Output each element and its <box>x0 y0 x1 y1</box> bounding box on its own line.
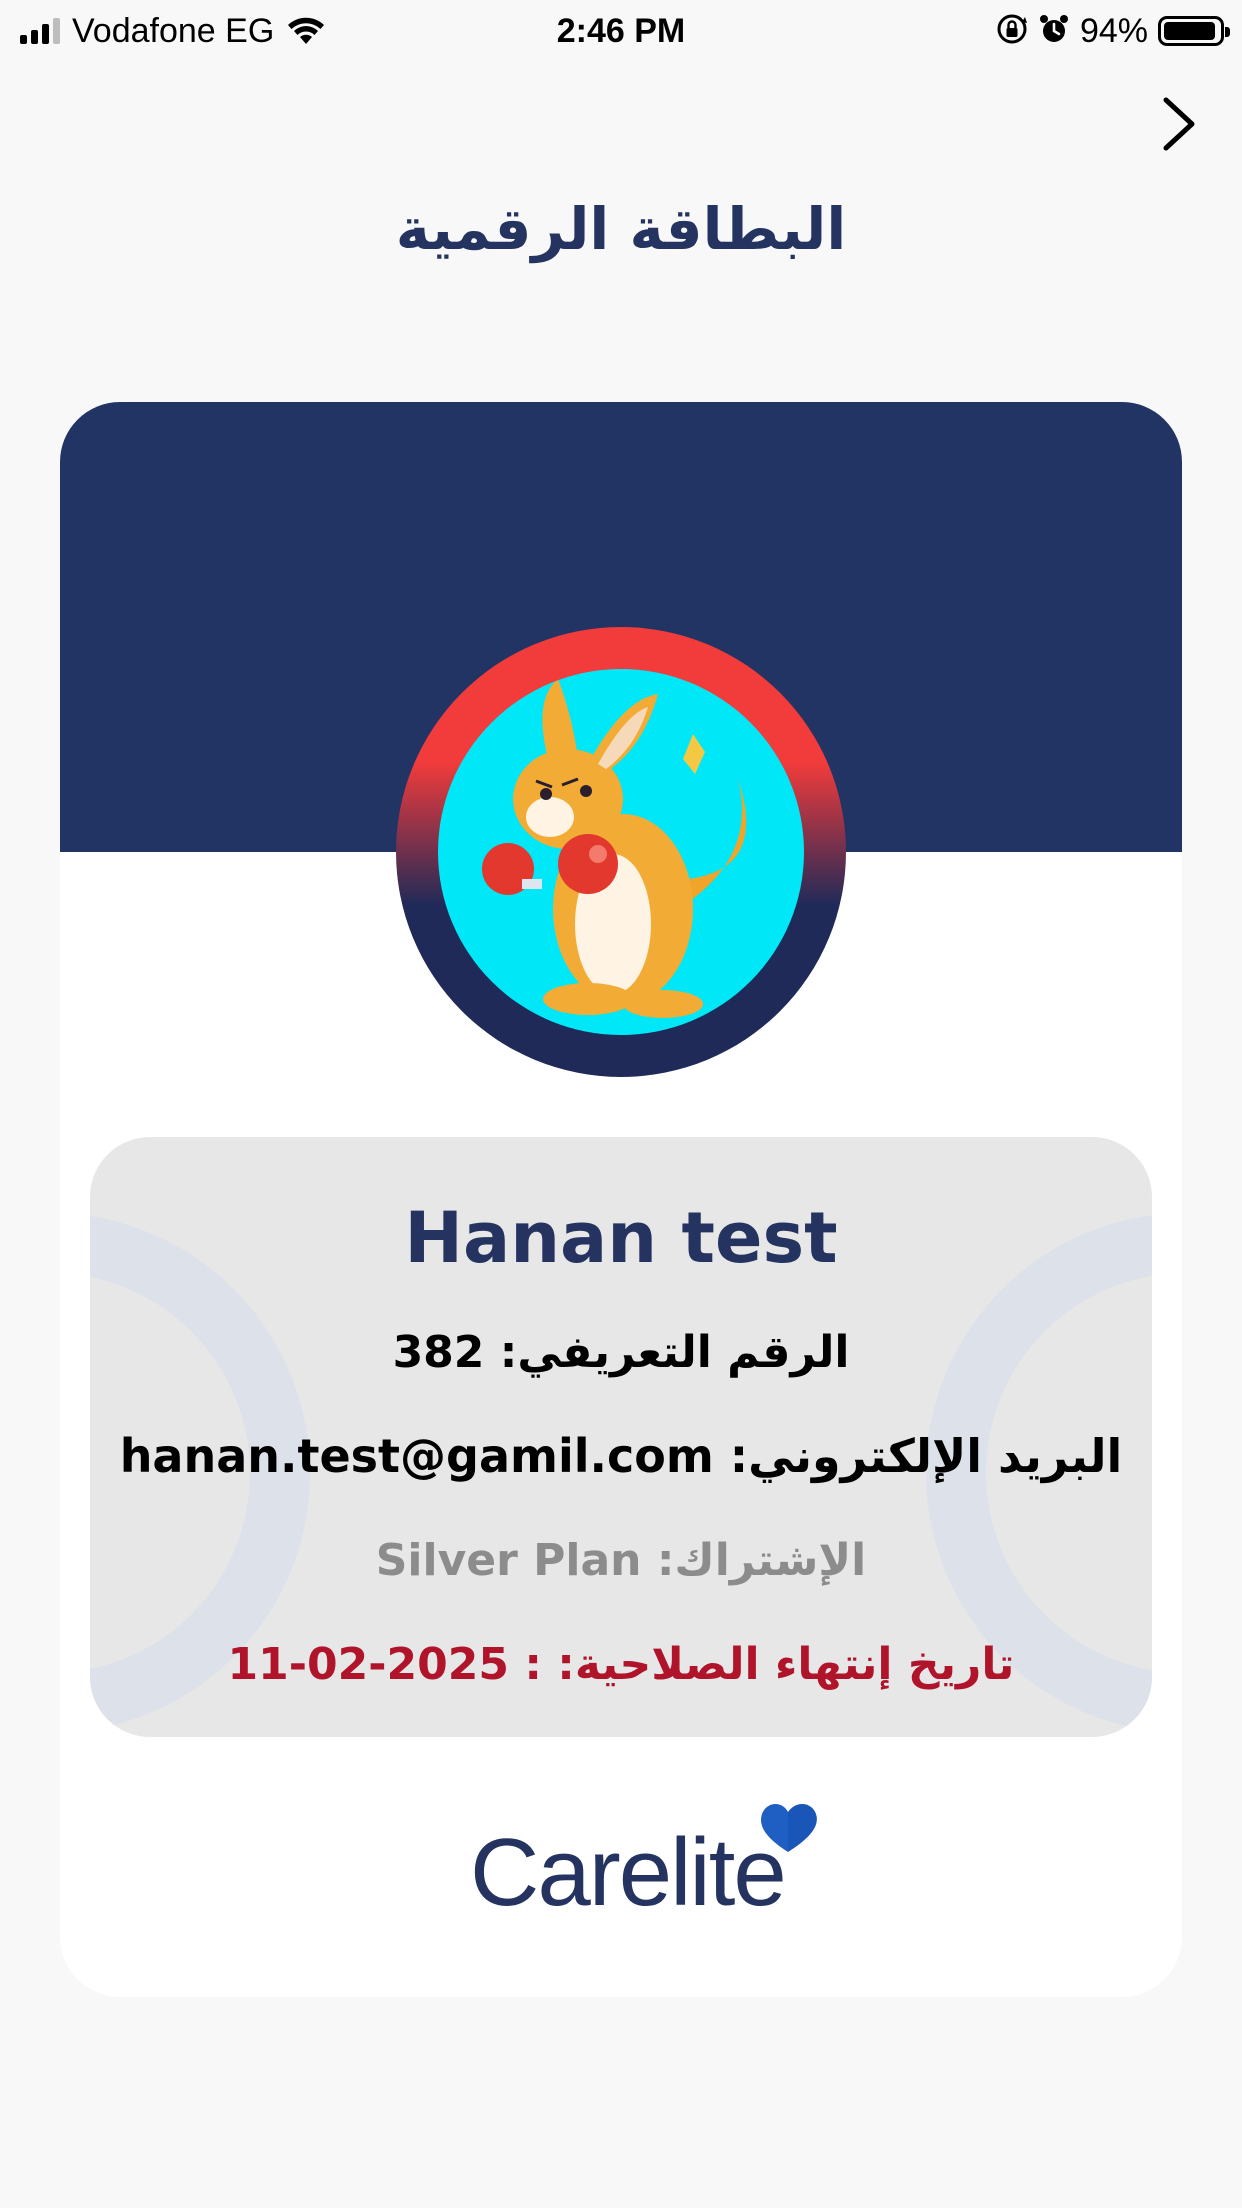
avatar <box>396 627 846 1077</box>
digital-card: Hanan test الرقم التعريفي: 382 البريد ال… <box>60 402 1182 1997</box>
plan-value: Silver Plan <box>375 1535 642 1586</box>
battery-icon <box>1158 16 1230 46</box>
battery-percent: 94% <box>1079 11 1148 50</box>
user-name: Hanan test <box>404 1197 838 1279</box>
info-box: Hanan test الرقم التعريفي: 382 البريد ال… <box>90 1137 1152 1737</box>
page-title: البطاقة الرقمية <box>395 195 847 263</box>
brand-logo: Carelite <box>60 1803 1182 1932</box>
expiry-value: 11-02-2025 <box>227 1639 509 1690</box>
email-label: البريد الإلكتروني: <box>729 1429 1123 1483</box>
member-id-value: 382 <box>392 1327 485 1378</box>
plan-row: الإشتراك: Silver Plan <box>90 1535 1152 1586</box>
orientation-lock-icon <box>996 13 1028 49</box>
expiry-label: تاريخ إنتهاء الصلاحية: : <box>524 1639 1015 1690</box>
status-bar: Vodafone EG 2:46 PM 94% <box>0 0 1242 62</box>
brand-logo-text: Carelite <box>470 1819 787 1926</box>
forward-button[interactable] <box>1146 92 1210 156</box>
email-value: hanan.test@gamil.com <box>119 1429 714 1483</box>
chevron-right-icon <box>1163 97 1195 151</box>
member-id-row: الرقم التعريفي: 382 <box>90 1327 1152 1378</box>
member-id-label: الرقم التعريفي: <box>499 1327 850 1378</box>
email-row: البريد الإلكتروني: hanan.test@gamil.com <box>90 1429 1152 1483</box>
alarm-icon <box>1038 13 1070 49</box>
plan-label: الإشتراك: <box>656 1535 867 1586</box>
kangaroo-avatar-icon <box>438 669 804 1035</box>
status-right: 94% <box>996 8 1230 54</box>
heart-icon <box>758 1798 822 1860</box>
expiry-row: تاريخ إنتهاء الصلاحية: : 11-02-2025 <box>90 1639 1152 1690</box>
